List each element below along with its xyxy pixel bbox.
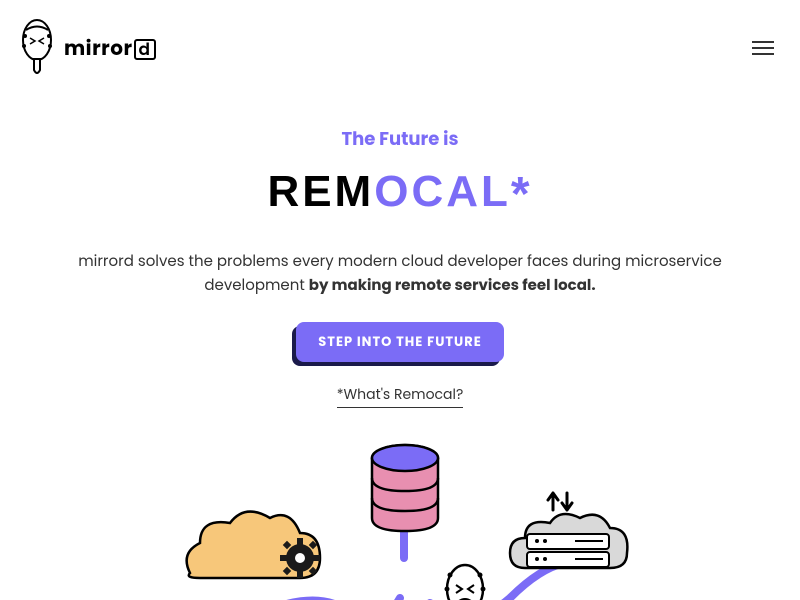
step-into-future-button[interactable]: STEP INTO THE FUTURE: [296, 322, 503, 362]
brand-suffix: d: [134, 39, 156, 60]
mirror-character-icon: [445, 565, 486, 600]
server-cloud-icon: [510, 493, 627, 568]
headline-asterisk: *: [511, 168, 533, 221]
brand-name: mirror: [64, 34, 133, 62]
hero-headline: REMOCAL*: [20, 167, 780, 222]
hamburger-menu-icon[interactable]: [746, 35, 780, 61]
site-header: mirrord: [0, 0, 800, 96]
logo-text: mirrord: [64, 33, 156, 63]
hero-eyebrow: The Future is: [20, 126, 780, 153]
logo[interactable]: mirrord: [20, 18, 156, 78]
hero-illustration: [170, 438, 630, 600]
hero-section: The Future is REMOCAL* mirrord solves th…: [0, 96, 800, 600]
whats-remocal-link[interactable]: *What's Remocal?: [337, 384, 464, 408]
cta-wrapper: STEP INTO THE FUTURE: [296, 322, 503, 362]
headline-part-ocal: OCAL: [374, 167, 511, 216]
subtitle-bold: by making remote services feel local.: [309, 275, 596, 296]
mirror-logo-icon: [20, 18, 54, 78]
gear-icon: [280, 538, 320, 578]
database-icon: [372, 445, 438, 531]
hero-subtitle: mirrord solves the problems every modern…: [30, 250, 770, 298]
headline-part-rem: REM: [267, 167, 374, 216]
